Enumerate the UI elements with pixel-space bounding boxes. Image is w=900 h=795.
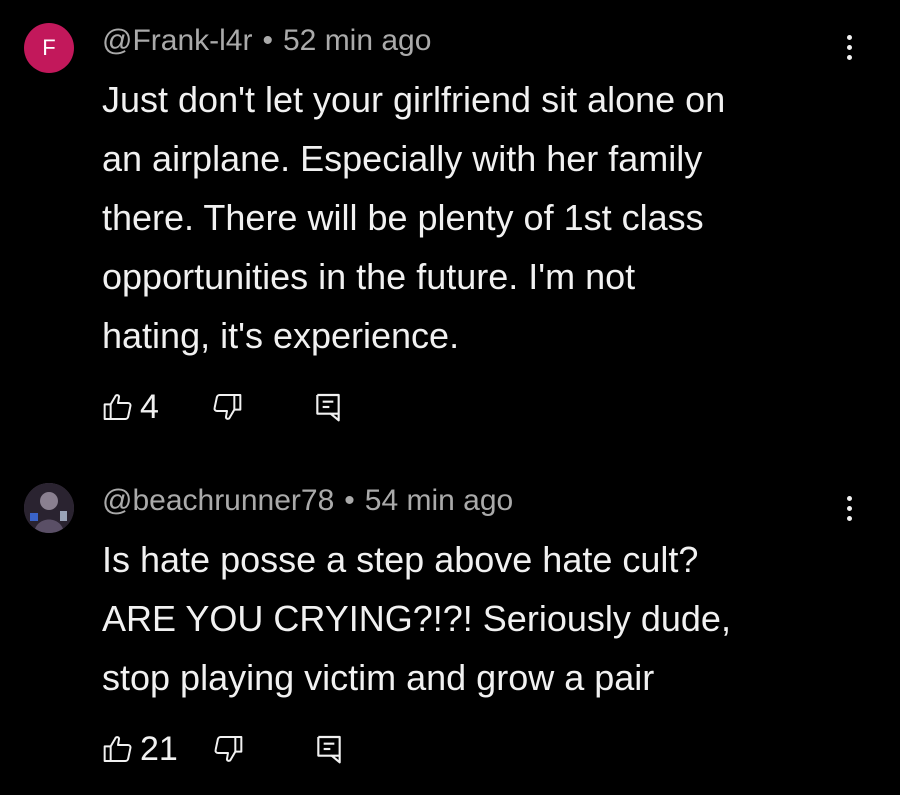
avatar[interactable]: F	[24, 23, 74, 73]
comment-actions: 4	[102, 387, 343, 427]
like-count: 21	[140, 729, 178, 768]
dislike-button[interactable]	[211, 391, 243, 423]
comment-actions: 21	[102, 729, 344, 769]
author-handle[interactable]: @beachrunner78	[102, 484, 334, 517]
comment-time[interactable]: 52 min ago	[283, 24, 431, 57]
comment-header: @Frank-l4r • 52 min ago	[102, 24, 431, 58]
reply-icon	[314, 733, 344, 765]
like-button[interactable]: 4	[102, 388, 159, 427]
meta-separator: •	[344, 484, 355, 517]
avatar[interactable]	[24, 483, 74, 533]
meta-separator: •	[262, 24, 273, 57]
like-count: 4	[140, 387, 159, 426]
comment-text: Is hate posse a step above hate cult? AR…	[102, 539, 731, 698]
more-vert-icon[interactable]	[834, 27, 864, 67]
like-button[interactable]: 21	[102, 730, 178, 769]
thumbs-down-icon	[212, 733, 244, 765]
thumbs-up-icon	[102, 733, 134, 765]
avatar-letter: F	[42, 35, 56, 60]
reply-icon	[313, 391, 343, 423]
more-vert-icon[interactable]	[834, 488, 864, 528]
reply-button[interactable]	[314, 733, 344, 765]
dislike-button[interactable]	[212, 733, 244, 765]
reply-button[interactable]	[313, 391, 343, 423]
comment-header: @beachrunner78 • 54 min ago	[102, 484, 513, 518]
avatar-image	[24, 483, 74, 533]
thumbs-up-icon	[102, 391, 134, 423]
author-handle[interactable]: @Frank-l4r	[102, 24, 252, 57]
comment-text: Just don't let your girlfriend sit alone…	[102, 79, 726, 356]
comment-time[interactable]: 54 min ago	[365, 484, 513, 517]
thumbs-down-icon	[211, 391, 243, 423]
